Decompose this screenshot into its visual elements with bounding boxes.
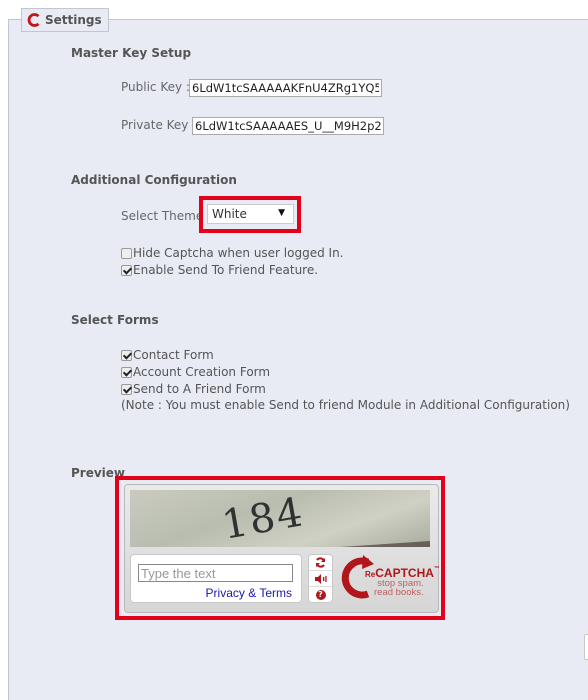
public-key-input[interactable] xyxy=(189,79,382,97)
public-key-label: Public Key : xyxy=(121,80,190,94)
recaptcha-slogan: stop spam. read books. xyxy=(374,579,424,598)
hide-captcha-checkbox[interactable] xyxy=(121,247,132,259)
brand-re: Re xyxy=(365,570,376,579)
audio-icon xyxy=(314,573,327,584)
send-friend-option[interactable]: Enable Send To Friend Feature. xyxy=(121,263,318,277)
account-form-checkbox[interactable] xyxy=(121,366,132,378)
captcha-image: 184 xyxy=(130,490,430,547)
theme-selected-value: White xyxy=(212,207,247,221)
master-key-heading: Master Key Setup xyxy=(71,46,192,60)
settings-legend: Settings xyxy=(21,8,109,32)
refresh-button[interactable] xyxy=(309,555,332,571)
theme-select[interactable]: White ▼ xyxy=(207,204,294,224)
captcha-tools: ? xyxy=(308,554,333,603)
private-key-input[interactable] xyxy=(192,117,384,135)
help-button[interactable]: ? xyxy=(309,587,332,602)
dropdown-arrow-icon: ▼ xyxy=(278,208,285,218)
contact-form-checkbox[interactable] xyxy=(121,349,132,361)
captcha-response-input[interactable] xyxy=(138,564,293,582)
forms-note: (Note : You must enable Send to friend M… xyxy=(121,398,570,412)
recaptcha-widget: 184 Privacy & Terms ? xyxy=(124,484,440,613)
scroll-handle[interactable] xyxy=(584,634,588,660)
form-option-contact[interactable]: Contact Form xyxy=(121,348,214,362)
captcha-image-edge xyxy=(340,541,430,547)
privacy-terms-link[interactable]: Privacy & Terms xyxy=(206,586,292,600)
send-friend-checkbox[interactable] xyxy=(121,264,132,276)
recaptcha-logo: ReCAPTCHA™ stop spam. read books. xyxy=(337,555,440,601)
prestashop-logo-icon xyxy=(27,13,40,27)
friend-form-label: Send to A Friend Form xyxy=(133,382,266,396)
private-key-label: Private Key : xyxy=(121,118,197,132)
captcha-response-box: Privacy & Terms xyxy=(130,554,302,603)
settings-title: Settings xyxy=(45,13,102,27)
select-forms-heading: Select Forms xyxy=(71,313,159,327)
form-option-friend[interactable]: Send to A Friend Form xyxy=(121,382,266,396)
contact-form-label: Contact Form xyxy=(133,348,214,362)
brand-tm: ™ xyxy=(433,566,440,572)
select-theme-label: Select Theme xyxy=(121,209,204,223)
captcha-word: 184 xyxy=(218,490,308,547)
friend-form-checkbox[interactable] xyxy=(121,383,132,395)
help-icon: ? xyxy=(315,589,326,600)
account-form-label: Account Creation Form xyxy=(133,365,271,379)
form-option-account[interactable]: Account Creation Form xyxy=(121,365,270,379)
send-friend-label: Enable Send To Friend Feature. xyxy=(133,263,319,277)
audio-button[interactable] xyxy=(309,571,332,587)
additional-config-heading: Additional Configuration xyxy=(71,173,237,187)
hide-captcha-label: Hide Captcha when user logged In. xyxy=(133,246,344,260)
refresh-icon xyxy=(316,557,325,568)
slogan-line-2: read books. xyxy=(374,587,424,598)
hide-captcha-option[interactable]: Hide Captcha when user logged In. xyxy=(121,246,344,260)
